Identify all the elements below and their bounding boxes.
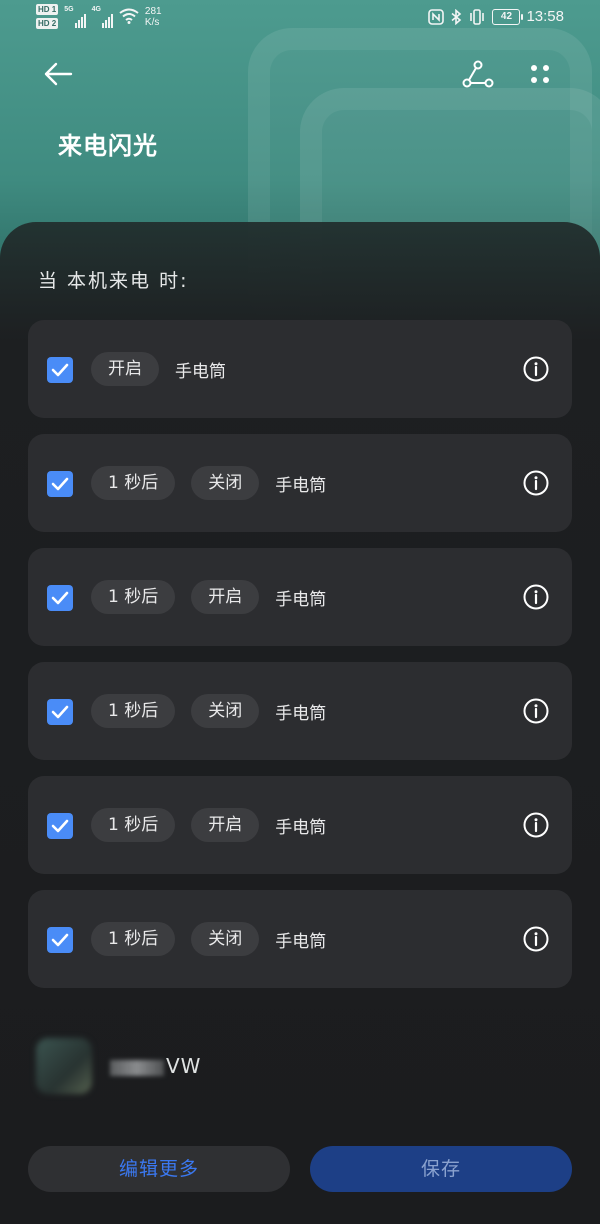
delay-chip[interactable]: 1 秒后	[91, 808, 176, 842]
action-chip[interactable]: 关闭	[191, 922, 260, 956]
check-icon	[51, 363, 69, 377]
more-dots-icon	[531, 65, 549, 83]
info-icon	[523, 926, 549, 952]
signal-4g-icon: 4G	[92, 6, 113, 28]
action-chip[interactable]: 开启	[191, 580, 260, 614]
target-label: 手电筒	[175, 361, 226, 382]
vibrate-icon	[470, 8, 485, 25]
net-label-4g: 4G	[91, 6, 101, 13]
info-button[interactable]	[522, 925, 550, 953]
delay-chip[interactable]: 1 秒后	[91, 466, 176, 500]
delay-chip[interactable]: 1 秒后	[91, 694, 176, 728]
screen: HD 1 HD 2 5G 4G 281 K/s 42 13:58 来电闪光 当 …	[0, 0, 600, 1224]
rule-checkbox[interactable]	[47, 699, 73, 725]
rule-card[interactable]: 1 秒后 开启 手电筒	[28, 776, 572, 874]
info-button[interactable]	[522, 355, 550, 383]
target-label: 手电筒	[275, 703, 327, 724]
target-label: 手电筒	[275, 817, 327, 838]
back-button[interactable]	[38, 54, 78, 94]
rule-chips: 1 秒后 关闭 手电筒	[91, 694, 326, 728]
hd-indicators: HD 1 HD 2	[36, 4, 59, 29]
action-chip[interactable]: 开启	[191, 808, 260, 842]
rule-card[interactable]: 1 秒后 开启 手电筒	[28, 548, 572, 646]
author-name-suffix: VW	[166, 1054, 202, 1078]
rule-chips: 1 秒后 关闭 手电筒	[91, 922, 326, 956]
rule-checkbox[interactable]	[47, 357, 73, 383]
info-icon	[523, 356, 549, 382]
rule-checkbox[interactable]	[47, 585, 73, 611]
check-icon	[51, 705, 69, 719]
back-arrow-icon	[44, 62, 73, 86]
check-icon	[51, 477, 69, 491]
action-chip[interactable]: 关闭	[191, 694, 260, 728]
rule-card[interactable]: 1 秒后 关闭 手电筒	[28, 890, 572, 988]
info-button[interactable]	[522, 697, 550, 725]
rule-card[interactable]: 开启 手电筒	[28, 320, 572, 418]
signal-5g-icon: 5G	[64, 6, 86, 28]
rule-chips: 1 秒后 开启 手电筒	[91, 808, 326, 842]
target-label: 手电筒	[275, 589, 327, 610]
net-label-5g: 5G	[64, 6, 74, 13]
rule-checkbox[interactable]	[47, 813, 73, 839]
trigger-label: 当 本机来电 时:	[38, 270, 189, 292]
target-label: 手电筒	[275, 475, 327, 496]
bluetooth-icon	[451, 8, 462, 25]
more-button[interactable]	[520, 54, 560, 94]
network-speed: 281 K/s	[145, 6, 162, 28]
redacted-text	[110, 1059, 164, 1076]
delay-chip[interactable]: 1 秒后	[91, 922, 176, 956]
check-icon	[51, 933, 69, 947]
clock: 13:58	[526, 8, 564, 25]
edit-more-button[interactable]: 编辑更多	[28, 1146, 290, 1192]
speed-value: 281	[144, 6, 162, 17]
info-button[interactable]	[522, 811, 550, 839]
info-icon	[523, 470, 549, 496]
action-chip[interactable]: 关闭	[191, 466, 260, 500]
nfc-icon	[428, 8, 445, 25]
hd2-badge: HD 2	[36, 18, 59, 29]
speed-unit: K/s	[144, 17, 160, 28]
rule-chips: 开启 手电筒	[91, 352, 226, 386]
status-left: HD 1 HD 2 5G 4G 281 K/s	[36, 4, 162, 29]
app-bar	[0, 44, 600, 104]
info-icon	[523, 812, 549, 838]
save-button[interactable]: 保存	[310, 1146, 572, 1192]
rule-checkbox[interactable]	[47, 927, 73, 953]
author-row: VW	[36, 1036, 201, 1096]
rule-card[interactable]: 1 秒后 关闭 手电筒	[28, 434, 572, 532]
rule-list: 开启 手电筒 1 秒后 关闭 手电筒 1 秒后 开启 手电筒 1 秒后 关闭 手…	[28, 320, 572, 1004]
hd1-badge: HD 1	[36, 4, 59, 15]
rule-chips: 1 秒后 关闭 手电筒	[91, 466, 326, 500]
battery-icon: 42	[492, 8, 524, 25]
info-button[interactable]	[522, 583, 550, 611]
status-bar: HD 1 HD 2 5G 4G 281 K/s 42 13:58	[0, 0, 600, 38]
check-icon	[51, 819, 69, 833]
delay-chip[interactable]: 1 秒后	[91, 580, 176, 614]
target-label: 手电筒	[275, 931, 327, 952]
check-icon	[51, 591, 69, 605]
info-button[interactable]	[522, 469, 550, 497]
status-right: 42 13:58	[428, 8, 564, 25]
share-icon	[462, 60, 494, 88]
wifi-icon	[119, 8, 139, 24]
page-title: 来电闪光	[58, 132, 158, 160]
info-icon	[523, 698, 549, 724]
rule-checkbox[interactable]	[47, 471, 73, 497]
author-avatar	[36, 1038, 92, 1094]
share-button[interactable]	[458, 54, 498, 94]
author-name: VW	[110, 1054, 201, 1078]
info-icon	[523, 584, 549, 610]
rule-chips: 1 秒后 开启 手电筒	[91, 580, 326, 614]
rule-card[interactable]: 1 秒后 关闭 手电筒	[28, 662, 572, 760]
action-chip[interactable]: 开启	[91, 352, 159, 386]
